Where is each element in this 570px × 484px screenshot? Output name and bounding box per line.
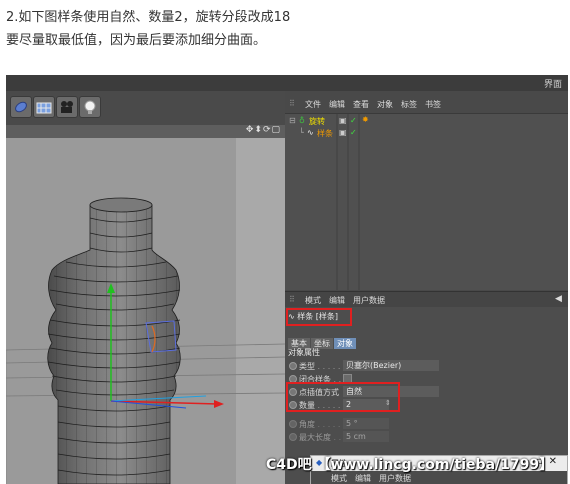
camera-tool-button[interactable] (56, 96, 78, 118)
attribute-tabs: 基本 坐标 对象 (288, 331, 357, 349)
prop-max-length: 最大长度 . . . 5 cm (285, 431, 568, 443)
prop-label: 最大长度 (299, 433, 331, 442)
radio-icon[interactable] (289, 433, 297, 441)
type-dropdown[interactable]: 贝塞尔(Bezier) (343, 360, 439, 371)
float-menu-userdata[interactable]: 用户数据 (379, 473, 411, 484)
panel-grip-icon[interactable]: ⠿ (289, 295, 295, 304)
c4d-screenshot: 界面 ✥⬍⟳▢ ⠿ 文件 编辑 查看 对象 标签 书签 ⊟ ♁ 旋转 ▣ ✓ ✸… (6, 75, 568, 484)
tree-item-label: 样条 (317, 129, 333, 138)
radio-icon[interactable] (289, 420, 297, 428)
deformer-tool-button[interactable] (10, 96, 32, 118)
viewport-header: ✥⬍⟳▢ (6, 125, 285, 138)
window-title-bar: 界面 (6, 75, 568, 91)
om-menu-view[interactable]: 查看 (353, 99, 369, 110)
om-menu-edit[interactable]: 编辑 (329, 99, 345, 110)
intro-line-2: 要尽量取最低值，因为最后要添加细分曲面。 (6, 33, 267, 48)
intro-text: 2.如下图样条使用自然、数量2，旋转分段改成18 要尽量取最低值，因为最后要添加… (6, 6, 566, 52)
radio-icon[interactable] (289, 362, 297, 370)
highlight-box-interpolation (286, 382, 400, 412)
visibility-dots-icon[interactable]: ▣ (339, 116, 347, 125)
angle-field[interactable]: 5 ° (343, 418, 389, 429)
prop-label: 角度 (299, 420, 315, 429)
max-length-field[interactable]: 5 cm (343, 431, 389, 442)
right-panels: ⠿ 文件 编辑 查看 对象 标签 书签 ⊟ ♁ 旋转 ▣ ✓ ✸ └ ∿ 样条 … (285, 91, 568, 484)
float-menu-edit[interactable]: 编辑 (355, 473, 371, 484)
am-menu-mode[interactable]: 模式 (305, 295, 321, 306)
enabled-check-icon[interactable]: ✓ (350, 116, 357, 125)
floor-tool-button[interactable] (33, 96, 55, 118)
object-manager-menu: ⠿ 文件 编辑 查看 对象 标签 书签 (285, 99, 568, 112)
om-menu-object[interactable]: 对象 (377, 99, 393, 110)
om-menu-file[interactable]: 文件 (305, 99, 321, 110)
float-menu-mode[interactable]: 模式 (331, 473, 347, 484)
am-menu-edit[interactable]: 编辑 (329, 295, 345, 306)
enabled-check-icon[interactable]: ✓ (350, 128, 357, 137)
attribute-manager-menu: ⠿ 模式 编辑 用户数据 ◀ (285, 291, 568, 307)
tree-item-lathe[interactable]: ⊟ ♁ 旋转 ▣ ✓ ✸ (285, 115, 568, 127)
om-menu-bookmark[interactable]: 书签 (425, 99, 441, 110)
panel-grip-icon[interactable]: ⠿ (289, 99, 295, 108)
visibility-dots-icon[interactable]: ▣ (339, 128, 347, 137)
tree-item-spline[interactable]: └ ∿ 样条 ▣ ✓ (285, 128, 568, 139)
om-menu-tag[interactable]: 标签 (401, 99, 417, 110)
light-bulb-icon (84, 100, 96, 114)
lathe-object-icon: ♁ (299, 116, 305, 125)
collapse-icon[interactable]: ⊟ (289, 116, 296, 125)
spline-object-icon: ∿ (307, 128, 314, 137)
tree-columns (336, 114, 360, 290)
deformer-icon (15, 101, 27, 113)
watermark: C4D吧 【www.lincg.com/tieba/1799】 (266, 457, 554, 473)
layout-label[interactable]: 界面 (544, 77, 562, 90)
prop-label: 类型 (299, 362, 315, 371)
section-title: 对象属性 (288, 348, 320, 357)
tree-branch-line: └ (299, 128, 304, 137)
tag-icon[interactable]: ✸ (362, 115, 369, 124)
highlight-box-title (286, 308, 352, 326)
viewport-nav-icons[interactable]: ✥⬍⟳▢ (246, 125, 281, 135)
am-menu-userdata[interactable]: 用户数据 (353, 295, 385, 306)
prop-angle: 角度 . . . . . . 5 ° (285, 418, 568, 430)
viewport-toolbar (6, 91, 285, 125)
tab-object[interactable]: 对象 (334, 338, 356, 349)
camera-icon (61, 101, 73, 113)
3d-viewport[interactable] (6, 138, 285, 484)
nav-back-arrow-icon[interactable]: ◀ (555, 294, 562, 304)
object-tree: ⊟ ♁ 旋转 ▣ ✓ ✸ └ ∿ 样条 ▣ ✓ (285, 113, 568, 290)
floor-grid-icon (36, 102, 52, 114)
intro-line-1: 2.如下图样条使用自然、数量2，旋转分段改成18 (6, 10, 291, 25)
tree-item-label: 旋转 (309, 117, 325, 126)
prop-type: 类型 . . . . . . 贝塞尔(Bezier) (285, 360, 568, 372)
light-tool-button[interactable] (79, 96, 101, 118)
viewport-scene (6, 138, 285, 484)
